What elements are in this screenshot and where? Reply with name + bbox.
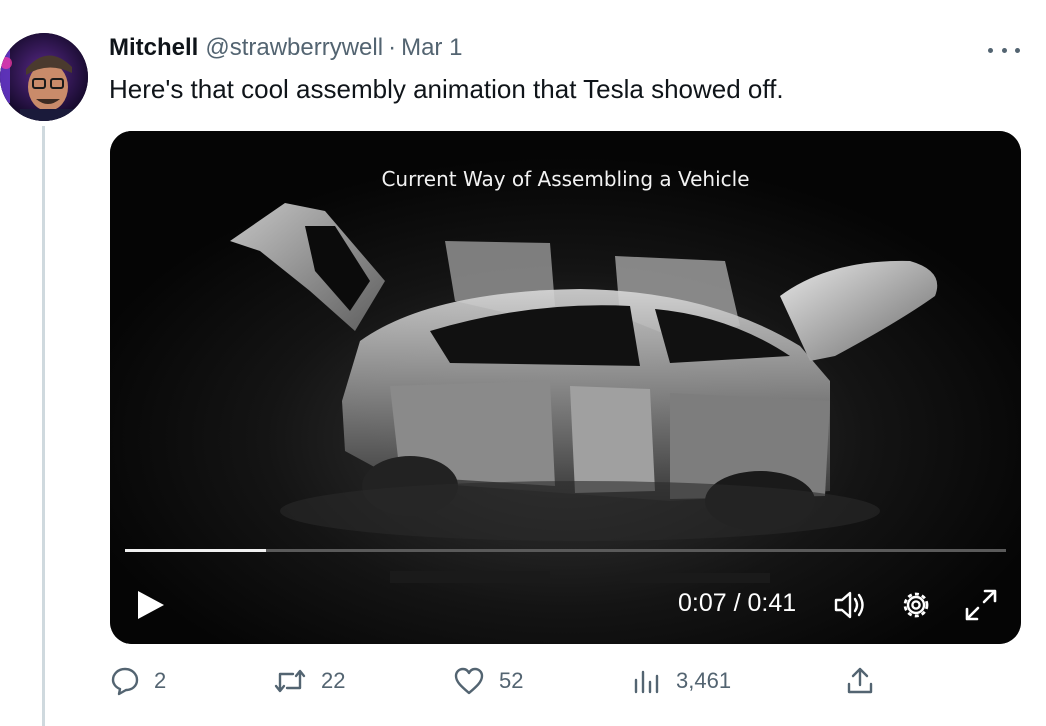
gear-icon[interactable]	[898, 587, 934, 623]
avatar[interactable]	[0, 33, 88, 121]
video-frame	[110, 131, 1021, 644]
views-count: 3,461	[676, 668, 732, 693]
reply-icon	[111, 667, 139, 696]
retweet-button[interactable]: 22	[273, 666, 345, 696]
share-button[interactable]	[845, 666, 889, 696]
play-icon[interactable]	[136, 589, 166, 621]
heart-icon	[454, 667, 484, 695]
reply-button[interactable]: 2	[110, 666, 166, 696]
video-caption: Current Way of Assembling a Vehicle	[381, 167, 750, 191]
reply-count: 2	[154, 668, 167, 693]
more-horizontal-icon[interactable]	[988, 42, 1020, 58]
like-count: 52	[499, 668, 524, 693]
volume-icon[interactable]	[832, 587, 868, 623]
thread-line	[42, 126, 45, 726]
video-progress-bar[interactable]	[125, 549, 1006, 552]
tweet-header: Mitchell @strawberrywell · Mar 1	[109, 34, 462, 62]
separator: ·	[388, 34, 397, 61]
views-button[interactable]: 3,461	[632, 666, 731, 696]
tweet-date[interactable]: Mar 1	[401, 34, 462, 62]
retweet-count: 22	[321, 668, 346, 693]
video-player[interactable]: Current Way of Assembling a Vehicle 0:07…	[110, 131, 1021, 644]
author-handle[interactable]: @strawberrywell	[205, 34, 383, 62]
analytics-icon	[634, 670, 659, 694]
fullscreen-icon[interactable]	[963, 587, 999, 623]
tweet-text: Here's that cool assembly animation that…	[109, 74, 784, 104]
like-button[interactable]: 52	[453, 666, 523, 696]
video-time: 0:07 / 0:41	[678, 589, 797, 617]
video-progress-fill	[125, 549, 266, 552]
author-name[interactable]: Mitchell	[109, 34, 198, 62]
retweet-icon	[274, 669, 306, 693]
share-icon	[847, 667, 873, 694]
